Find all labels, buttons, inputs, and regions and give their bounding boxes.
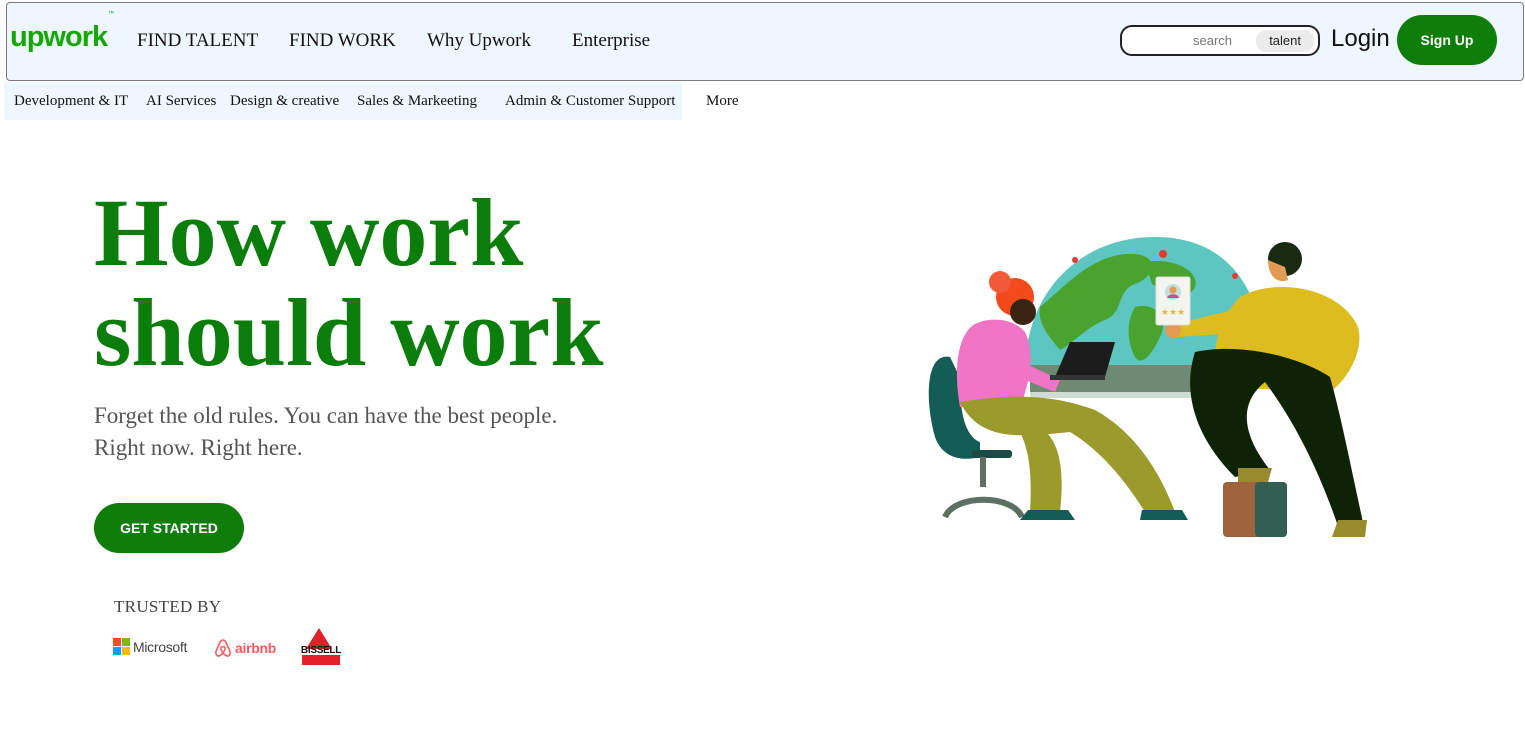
search-scope-talent[interactable]: talent (1256, 30, 1314, 52)
logo-trademark: ™ (108, 11, 114, 18)
nav-why-upwork[interactable]: Why Upwork (427, 30, 531, 53)
upwork-logo[interactable]: upwork™ (10, 11, 114, 53)
get-started-button[interactable]: GET STARTED (94, 503, 244, 553)
logo-text: upwork (10, 21, 108, 53)
airbnb-logo: airbnb (214, 638, 276, 658)
hero-title: How work should work (94, 183, 714, 383)
trusted-by-heading: TRUSTED BY (114, 597, 222, 616)
hero-subtitle-line-1: Forget the old rules. You can have the b… (94, 403, 558, 428)
search-placeholder: search (1193, 33, 1233, 48)
microsoft-windows-icon (113, 638, 130, 655)
profile-card-icon: ★★★ (1155, 276, 1191, 326)
category-development-it[interactable]: Development & IT (14, 92, 128, 110)
category-sales-marketing[interactable]: Sales & Markeeting (357, 92, 477, 110)
briefcase-shade (1255, 482, 1287, 537)
login-link[interactable]: Login (1331, 25, 1390, 53)
top-navigation-bar: upwork™ FIND TALENT FIND WORK Why Upwork… (6, 2, 1524, 81)
category-more[interactable]: More (706, 92, 739, 110)
category-design-creative[interactable]: Design & creative (230, 92, 339, 110)
svg-text:★★★: ★★★ (1161, 308, 1185, 318)
bissell-mark-icon: BISSELL (301, 628, 342, 665)
nav-find-work[interactable]: FIND WORK (289, 30, 396, 53)
hero-subtitle-line-2: Right now. Right here. (94, 435, 303, 460)
hero-title-line-2: should work (94, 279, 604, 386)
microsoft-logo: Microsoft (113, 638, 187, 655)
hero-subtitle: Forget the old rules. You can have the b… (94, 400, 654, 464)
nav-find-talent[interactable]: FIND TALENT (137, 30, 258, 53)
airbnb-wordmark: airbnb (235, 640, 276, 656)
search-input[interactable]: search talent (1120, 25, 1320, 56)
bissell-logo: BISSELL (292, 627, 350, 667)
category-admin-customer-support[interactable]: Admin & Customer Support (505, 92, 675, 110)
airbnb-belo-icon (214, 639, 232, 657)
category-ai-services[interactable]: AI Services (146, 92, 216, 110)
hero-illustration: ★★★ (928, 237, 1367, 537)
nav-enterprise[interactable]: Enterprise (572, 30, 650, 53)
sign-up-button[interactable]: Sign Up (1397, 15, 1497, 65)
microsoft-wordmark: Microsoft (133, 638, 188, 655)
bissell-wordmark: BISSELL (301, 645, 341, 656)
hero-title-line-1: How work (94, 179, 524, 286)
